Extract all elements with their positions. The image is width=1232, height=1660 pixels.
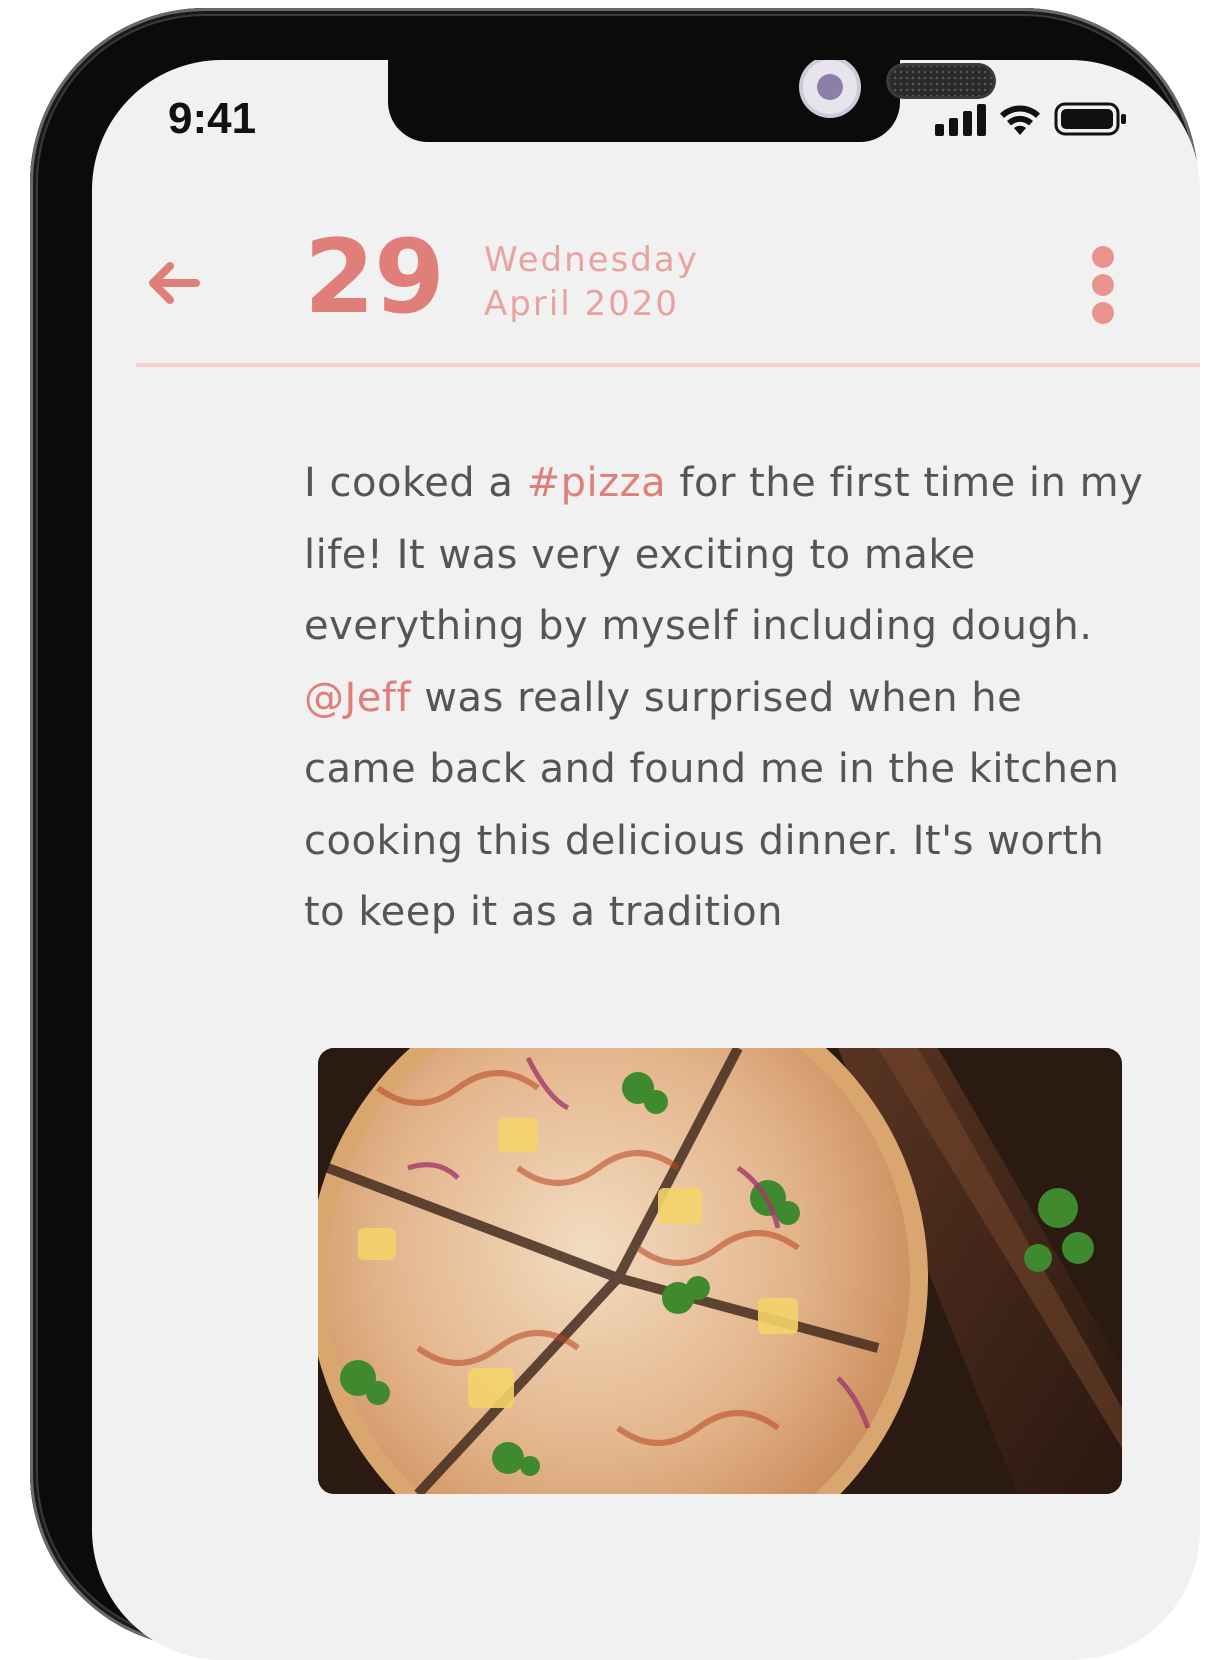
header-divider — [136, 363, 1200, 367]
phone-frame: 9:41 29 Wednesday April 2020 I cooked a … — [30, 8, 1200, 1660]
entry-header: 29 Wednesday April 2020 — [92, 218, 1200, 370]
pizza-image — [318, 1048, 1122, 1494]
hashtag-link[interactable]: #pizza — [527, 460, 667, 506]
back-button[interactable] — [140, 250, 206, 316]
more-options-button[interactable] — [1088, 246, 1118, 326]
notch — [388, 60, 996, 142]
wifi-icon — [998, 102, 1042, 136]
weekday-label: Wednesday — [484, 240, 699, 280]
earpiece-speaker — [886, 63, 996, 99]
diary-entry-text: I cooked a #pizza for the first time in … — [304, 448, 1144, 949]
mention-link[interactable]: @Jeff — [304, 675, 411, 721]
battery-icon — [1054, 102, 1128, 136]
entry-text: was really surprised when he came back a… — [304, 674, 1120, 936]
cellular-signal-icon — [935, 102, 986, 136]
status-time: 9:41 — [168, 94, 257, 143]
front-camera — [803, 60, 857, 114]
day-number: 29 — [304, 218, 445, 337]
entry-photo[interactable] — [318, 1048, 1122, 1494]
arrow-left-icon — [149, 262, 200, 304]
entry-text: I cooked a — [304, 460, 527, 506]
status-icons — [935, 102, 1128, 136]
app-screen: 9:41 29 Wednesday April 2020 I cooked a … — [92, 60, 1200, 1660]
month-year-label: April 2020 — [484, 284, 680, 324]
more-vertical-icon — [1088, 246, 1118, 324]
